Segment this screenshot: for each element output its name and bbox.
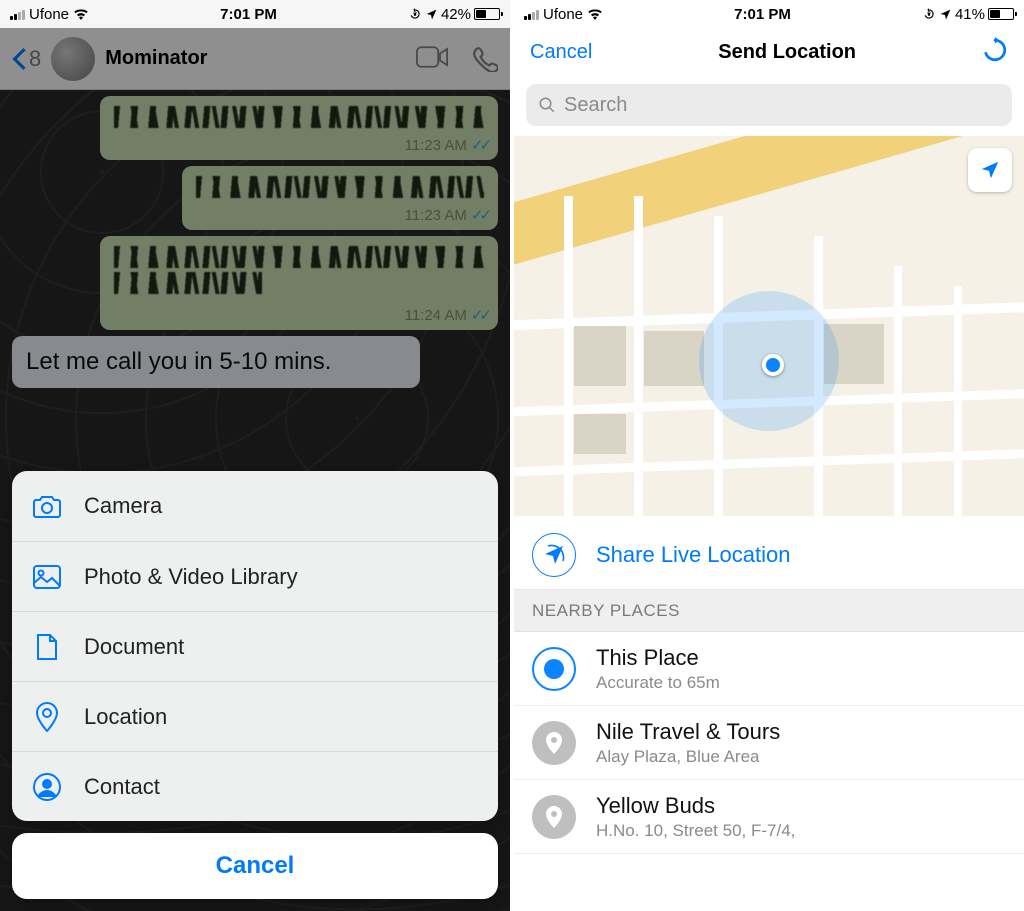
location-pin-icon [36, 702, 58, 732]
map-pin-icon [532, 721, 576, 765]
sheet-cancel-button[interactable]: Cancel [12, 833, 498, 899]
sheet-option-camera[interactable]: Camera [12, 471, 498, 541]
signal-icon [10, 8, 25, 20]
right-phone-send-location-screen: Ufone 7:01 PM 41% Cancel Send Location S… [514, 0, 1024, 911]
search-wrap: Search [514, 76, 1024, 136]
location-arrow-icon [979, 159, 1001, 181]
option-label: Photo & Video Library [84, 564, 298, 590]
wifi-icon [587, 8, 603, 20]
location-list: Share Live Location NEARBY PLACES This P… [514, 520, 1024, 911]
cancel-label: Cancel [216, 852, 295, 880]
contact-icon [33, 773, 61, 801]
document-icon [36, 633, 58, 661]
page-title: Send Location [718, 41, 856, 64]
search-icon [538, 96, 556, 114]
orientation-lock-icon [408, 7, 422, 21]
signal-icon [524, 8, 539, 20]
place-subtitle: Accurate to 65m [596, 673, 720, 693]
battery-percent: 42% [441, 6, 471, 23]
place-name: Yellow Buds [596, 793, 795, 819]
status-bar: Ufone 7:01 PM 42% [0, 0, 510, 28]
sheet-option-contact[interactable]: Contact [12, 751, 498, 821]
nearby-section-header: NEARBY PLACES [514, 590, 1024, 632]
battery-percent: 41% [955, 6, 985, 23]
location-arrow-icon [425, 8, 438, 21]
carrier-label: Ufone [543, 6, 583, 23]
option-label: Camera [84, 493, 162, 519]
option-label: Location [84, 704, 167, 730]
camera-icon [32, 494, 62, 518]
current-location-dot [762, 354, 784, 376]
status-bar: Ufone 7:01 PM 41% [514, 0, 1024, 28]
battery-icon [988, 8, 1014, 20]
live-location-icon [542, 543, 566, 567]
place-item-this-place[interactable]: This Place Accurate to 65m [514, 632, 1024, 706]
sheet-option-photo-library[interactable]: Photo & Video Library [12, 541, 498, 611]
location-arrow-icon [939, 8, 952, 21]
map-view[interactable] [514, 136, 1024, 516]
radio-selected-icon [532, 647, 576, 691]
carrier-label: Ufone [29, 6, 69, 23]
refresh-button[interactable] [982, 37, 1008, 68]
clock: 7:01 PM [89, 6, 408, 23]
option-label: Document [84, 634, 184, 660]
nav-bar: Cancel Send Location [514, 28, 1024, 76]
battery-icon [474, 8, 500, 20]
refresh-icon [982, 37, 1008, 63]
left-phone-chat-screen: Ufone 7:01 PM 42% 8 Mominator [0, 0, 510, 911]
wifi-icon [73, 8, 89, 20]
place-name: This Place [596, 645, 720, 671]
sheet-option-location[interactable]: Location [12, 681, 498, 751]
photo-library-icon [33, 565, 61, 589]
clock: 7:01 PM [603, 6, 922, 23]
search-placeholder: Search [564, 94, 627, 117]
recenter-button[interactable] [968, 148, 1012, 192]
place-item-nile-travel[interactable]: Nile Travel & Tours Alay Plaza, Blue Are… [514, 706, 1024, 780]
share-live-location-row[interactable]: Share Live Location [514, 520, 1024, 590]
cancel-button[interactable]: Cancel [530, 41, 592, 64]
place-item-yellow-buds[interactable]: Yellow Buds H.No. 10, Street 50, F-7/4, [514, 780, 1024, 854]
share-live-label: Share Live Location [596, 542, 790, 568]
place-subtitle: Alay Plaza, Blue Area [596, 747, 780, 767]
attach-action-sheet: Camera Photo & Video Library Document Lo… [12, 471, 498, 899]
orientation-lock-icon [922, 7, 936, 21]
place-subtitle: H.No. 10, Street 50, F-7/4, [596, 821, 795, 841]
sheet-option-document[interactable]: Document [12, 611, 498, 681]
search-input[interactable]: Search [526, 84, 1012, 126]
place-name: Nile Travel & Tours [596, 719, 780, 745]
option-label: Contact [84, 774, 160, 800]
map-pin-icon [532, 795, 576, 839]
